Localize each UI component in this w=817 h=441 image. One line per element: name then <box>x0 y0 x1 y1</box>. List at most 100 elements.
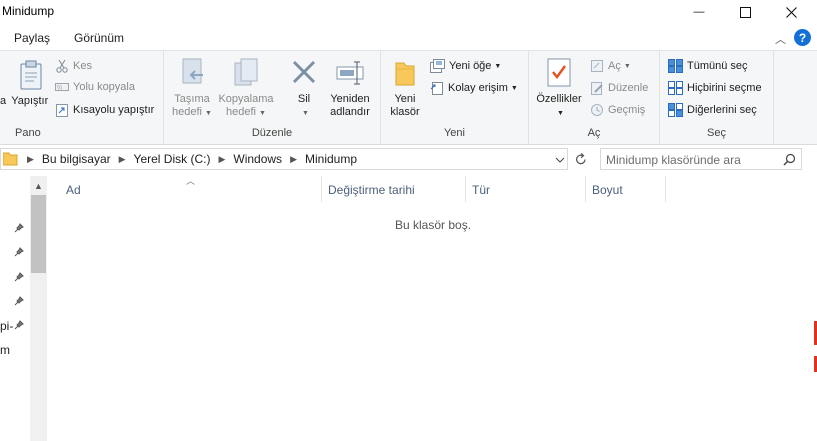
delete-label: Sil <box>297 93 311 105</box>
column-header-type[interactable]: Tür <box>466 176 586 202</box>
breadcrumb-local-disk[interactable]: Yerel Disk (C:) <box>134 152 211 166</box>
select-none-icon <box>668 81 683 95</box>
nav-item-partial-1[interactable]: pi- <box>0 319 13 333</box>
nav-scrollbar-thumb[interactable] <box>31 195 46 273</box>
new-folder-label-1: Yeni <box>394 93 416 105</box>
pin-icon[interactable] <box>14 223 24 233</box>
easy-access-icon <box>430 82 443 95</box>
search-box[interactable] <box>600 148 802 170</box>
paste-shortcut-icon <box>56 104 68 117</box>
copy-to-label-2: hedefi ▼ <box>226 106 266 118</box>
breadcrumb-chevron-icon[interactable]: ▶ <box>119 154 126 165</box>
minimize-icon: — <box>693 6 705 18</box>
window-title: Minidump <box>2 4 55 18</box>
cut-label: Kes <box>73 60 92 72</box>
ribbon-collapse-chevron-icon[interactable]: ︿ <box>775 31 786 47</box>
new-folder-label-2: klasör <box>390 106 420 118</box>
select-none-button[interactable]: Hiçbirini seçme <box>668 81 762 95</box>
paste-label: Yapıştır <box>11 95 49 107</box>
close-icon <box>785 6 797 18</box>
breadcrumb-chevron-icon[interactable]: ▶ <box>290 154 297 165</box>
history-button[interactable]: Geçmiş <box>590 103 645 117</box>
move-to-label-2: hedefi ▼ <box>172 106 212 118</box>
copy-to-label-1: Kopyalama <box>218 93 274 105</box>
easy-access-label: Kolay erişim <box>448 82 508 94</box>
paste-shortcut-label: Kısayolu yapıştır <box>73 104 155 116</box>
ribbon-group-ac: Özellikler ▼ Aç ▼ Düzenle Geçmiş Aç <box>529 51 660 144</box>
new-item-button[interactable]: Yeni öğe ▼ <box>430 59 501 73</box>
search-input[interactable] <box>606 152 776 167</box>
address-bar[interactable]: ▶ Bu bilgisayar ▶ Yerel Disk (C:) ▶ Wind… <box>0 148 568 170</box>
breadcrumb-minidump[interactable]: Minidump <box>305 152 357 166</box>
move-to-icon <box>182 58 203 84</box>
group-label-sec: Seç <box>707 127 726 139</box>
refresh-button[interactable] <box>570 148 592 170</box>
properties-checkmark-icon <box>547 58 571 87</box>
ribbon: a Yapıştır Kes \\\ Yolu kopyala Kısayolu… <box>0 50 817 145</box>
close-button[interactable] <box>768 0 814 24</box>
copy-path-button[interactable]: \\\ Yolu kopyala <box>55 81 135 93</box>
file-list[interactable]: ︿ Ad Değiştirme tarihi Tür Boyut Bu klas… <box>48 176 817 441</box>
column-header-modified[interactable]: Değiştirme tarihi <box>322 176 466 202</box>
refresh-icon <box>576 152 586 164</box>
column-header-size[interactable]: Boyut <box>586 176 666 202</box>
easy-access-button[interactable]: Kolay erişim ▼ <box>430 81 518 95</box>
tab-share[interactable]: Paylaş <box>14 31 50 45</box>
history-label: Geçmiş <box>608 104 646 116</box>
invert-selection-button[interactable]: Diğerlerini seç <box>668 103 757 117</box>
pin-icon[interactable] <box>14 272 24 282</box>
open-icon <box>591 60 603 72</box>
rename-label-2: adlandır <box>330 106 370 118</box>
pin-icon[interactable] <box>14 296 24 306</box>
column-header-name[interactable]: Ad <box>60 176 322 202</box>
cut-button[interactable]: Kes <box>55 59 92 73</box>
title-bar: Minidump — <box>0 0 817 24</box>
address-dropdown-chevron-icon[interactable] <box>555 157 565 163</box>
minimize-button[interactable]: — <box>676 0 722 24</box>
scroll-up-chevron-icon[interactable]: ▲ <box>30 178 47 194</box>
select-all-button[interactable]: Tümünü seç <box>668 59 748 73</box>
history-icon <box>591 104 603 116</box>
pin-icon[interactable] <box>14 320 24 330</box>
search-icon[interactable] <box>783 153 796 166</box>
open-button[interactable]: Aç ▼ <box>590 59 631 73</box>
properties-button[interactable]: Özellikler ▼ <box>533 57 585 120</box>
svg-text:\\\: \\\ <box>57 85 62 91</box>
ribbon-group-yeni: Yeni klasör Yeni öğe ▼ Kolay erişim ▼ Ye… <box>381 51 529 144</box>
group-label-pano: Pano <box>15 127 41 139</box>
navigation-pane[interactable]: ▲ · pi- m <box>0 176 48 441</box>
move-to-button[interactable]: Taşıma hedefi ▼ <box>170 57 214 120</box>
new-folder-icon <box>395 62 415 86</box>
nav-item-partial-2[interactable]: m <box>0 343 10 357</box>
delete-x-icon <box>292 60 316 84</box>
clipboard-icon <box>20 60 42 90</box>
delete-button[interactable]: Sil ▼ <box>284 57 324 120</box>
paste-button[interactable]: a Yapıştır <box>0 59 48 107</box>
breadcrumb-chevron-icon[interactable]: ▶ <box>218 154 225 165</box>
copy-path-label: Yolu kopyala <box>73 81 135 93</box>
move-to-label-1: Taşıma <box>174 93 210 105</box>
edit-label: Düzenle <box>608 82 649 94</box>
tab-view[interactable]: Görünüm <box>74 31 124 45</box>
new-folder-button[interactable]: Yeni klasör <box>387 57 423 119</box>
breadcrumb-this-pc[interactable]: Bu bilgisayar <box>42 152 111 166</box>
rename-label-1: Yeniden <box>330 93 370 105</box>
breadcrumb-windows[interactable]: Windows <box>233 152 282 166</box>
copy-to-button[interactable]: Kopyalama hedefi ▼ <box>218 57 274 120</box>
new-item-icon <box>430 59 445 73</box>
select-none-label: Hiçbirini seçme <box>687 82 762 94</box>
select-all-label: Tümünü seç <box>687 60 748 72</box>
maximize-button[interactable] <box>722 0 768 24</box>
group-label-duzenle: Düzenle <box>251 127 293 139</box>
help-button[interactable]: ? <box>794 29 811 46</box>
select-all-icon <box>668 59 683 73</box>
rename-button[interactable]: Yeniden adlandır <box>326 57 374 119</box>
new-item-label: Yeni öğe <box>449 60 492 72</box>
ribbon-group-duzenle: Taşıma hedefi ▼ Kopyalama hedefi ▼ Sil ▼ Y… <box>164 51 381 144</box>
pin-icon[interactable] <box>14 247 24 257</box>
paste-label-partial: a <box>0 95 7 107</box>
breadcrumb-chevron-icon[interactable]: ▶ <box>27 154 34 165</box>
paste-shortcut-button[interactable]: Kısayolu yapıştır <box>55 103 154 117</box>
address-row: ▶ Bu bilgisayar ▶ Yerel Disk (C:) ▶ Wind… <box>0 145 817 173</box>
edit-button[interactable]: Düzenle <box>590 81 648 95</box>
